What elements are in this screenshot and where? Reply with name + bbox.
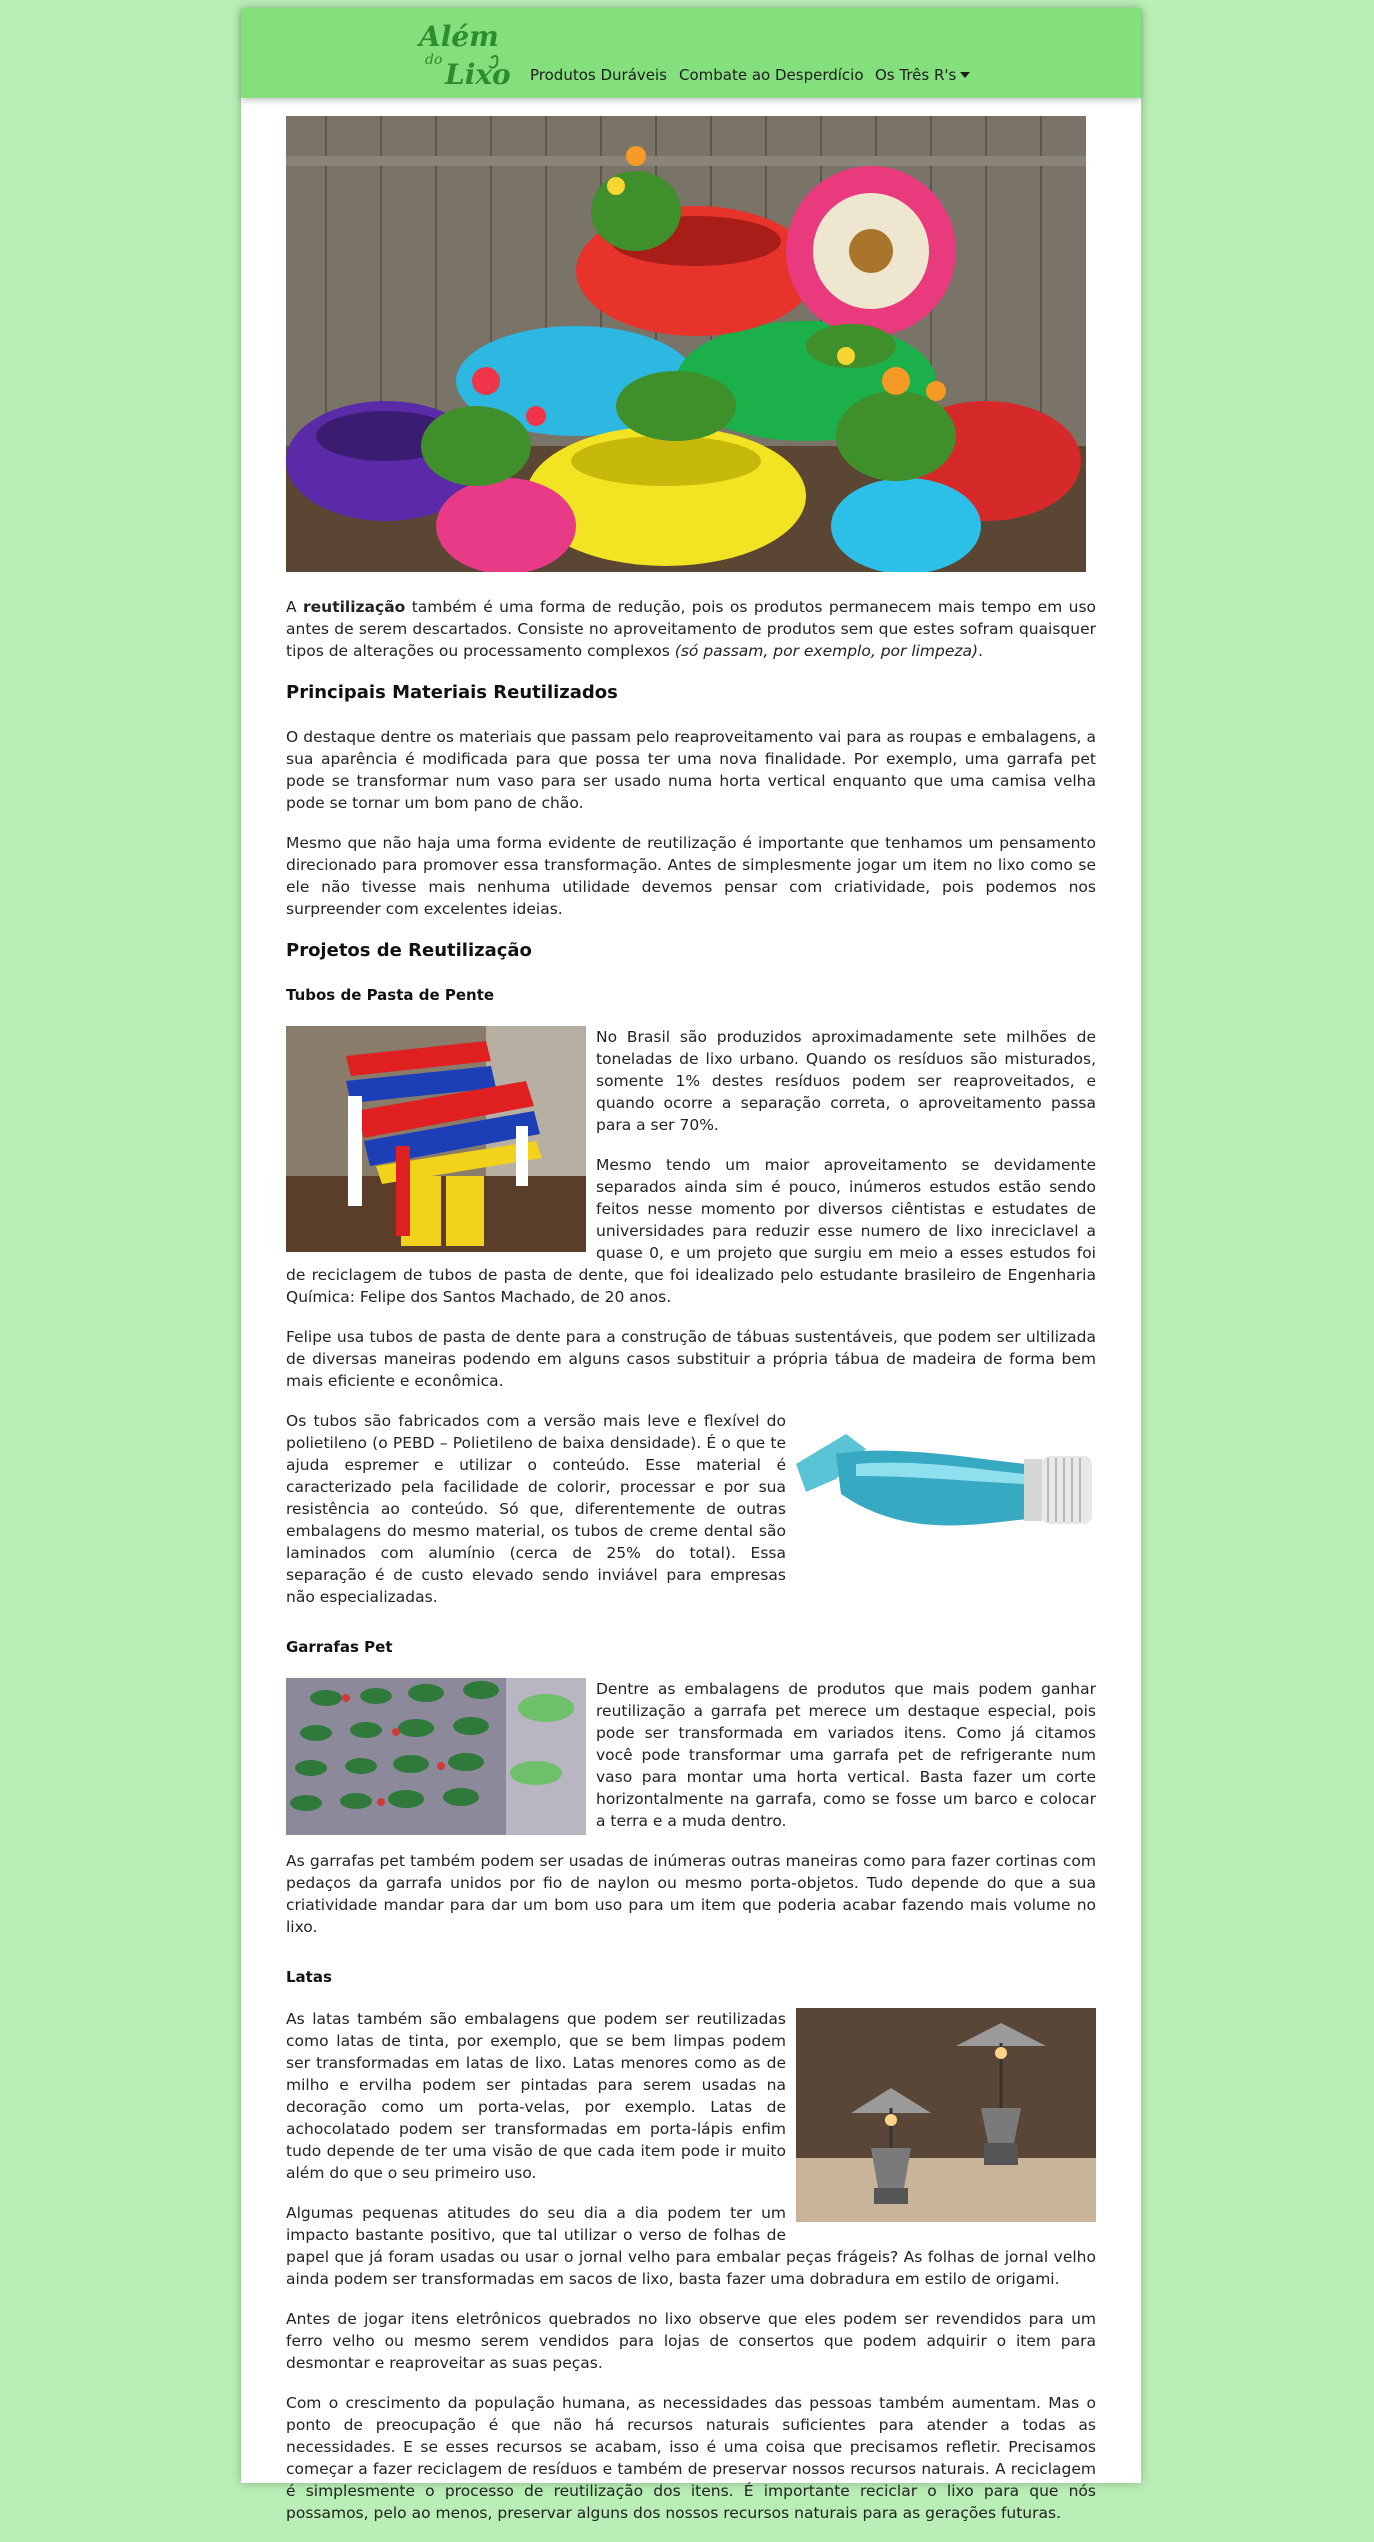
materiais-paragraph-2: Mesmo que não haja uma forma evidente de… [286,834,1096,918]
logo-word-2: do [425,52,442,68]
materiais-paragraph-1: O destaque dentre os materiais que passa… [286,728,1096,812]
navbar: Além do Lixo Produtos Duráveis Combate a… [241,8,1141,98]
nav-item-tres-rs-label: Os Três R's [875,66,957,84]
subheading-latas: Latas [286,1968,332,1986]
logo-word-1: Além [416,20,499,53]
latas-paragraph-3: Antes de jogar itens eletrônicos quebrad… [286,2310,1096,2372]
intro-text-end: . [978,642,984,660]
hero-image-tire-garden [286,116,1086,572]
subheading-garrafas-pet: Garrafas Pet [286,1638,393,1656]
site-logo[interactable]: Além do Lixo [411,16,511,92]
main-content: A reutilização também é uma forma de red… [286,116,1096,2542]
moka-lamps-image [796,2008,1096,2222]
nav-item-combate-desperdicio[interactable]: Combate ao Desperdício [679,66,864,84]
subheading-tubos: Tubos de Pasta de Pente [286,986,495,1004]
intro-italic-note: (só passam, por exemplo, por limpeza) [674,642,979,660]
pet-bottle-garden-image [286,1678,586,1835]
latas-paragraph-4: Com o crescimento da população humana, a… [286,2394,1096,2522]
intro-text-pre: A [286,598,303,616]
page-container: Além do Lixo Produtos Duráveis Combate a… [241,8,1141,2522]
caret-down-icon [960,72,971,78]
garrafas-paragraph-2: As garrafas pet também podem ser usadas … [286,1852,1096,1936]
nav-item-produtos-duraveis[interactable]: Produtos Duráveis [530,66,667,84]
intro-paragraph: A reutilização também é uma forma de red… [286,596,1096,662]
toothpaste-tube-image [796,1414,1096,1564]
heading-principais-materiais: Principais Materiais Reutilizados [286,682,618,703]
logo-word-3: Lixo [444,58,511,91]
bench-image [286,1026,586,1252]
tubos-paragraph-3: Felipe usa tubos de pasta de dente para … [286,1328,1096,1390]
nav-item-tres-rs-dropdown[interactable]: Os Três R's [875,66,971,84]
heading-projetos-reutilizacao: Projetos de Reutilização [286,940,532,961]
intro-bold-term: reutilização [303,598,406,616]
